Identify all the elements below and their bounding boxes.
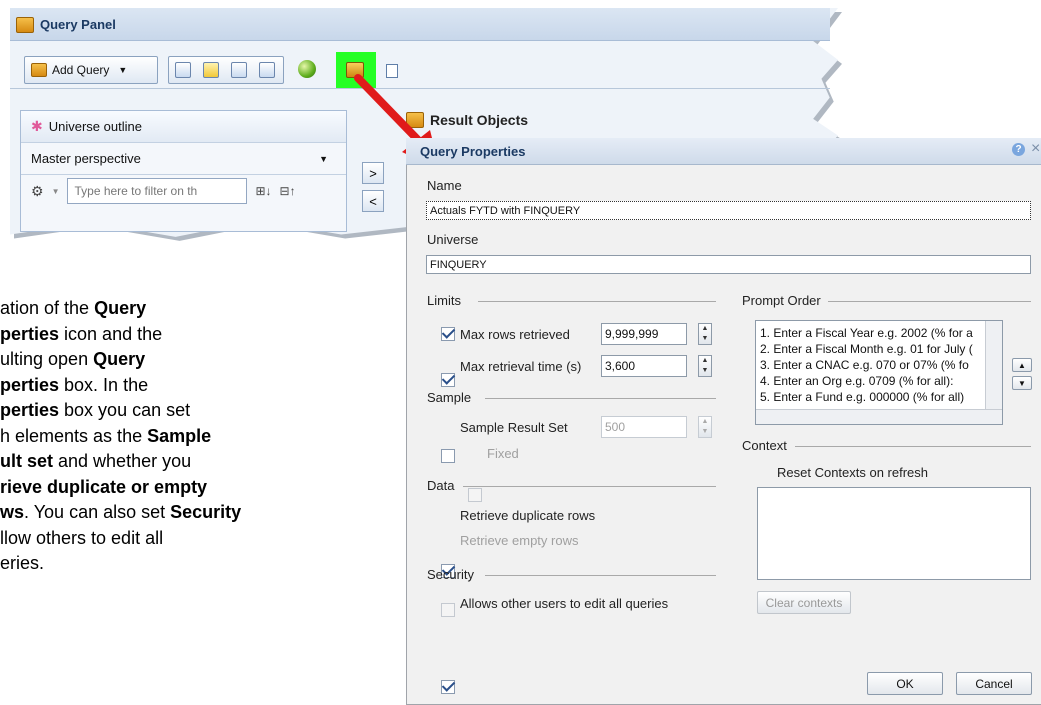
reset-contexts-label: Reset Contexts on refresh	[777, 465, 929, 480]
max-rows-value: 9,999,999	[605, 327, 659, 341]
perspective-value: Master perspective	[31, 151, 141, 166]
query-panel-icon	[16, 17, 34, 33]
sample-section-label: Sample	[427, 390, 472, 405]
name-label: Name	[427, 178, 462, 193]
add-query-icon	[31, 63, 47, 77]
explain-line: llow others to edit all	[0, 527, 164, 548]
fixed-checkbox[interactable]	[468, 488, 482, 502]
universe-input[interactable]: FINQUERY	[426, 255, 1031, 274]
view-toolbar-group	[168, 56, 284, 84]
universe-options-icon[interactable]: ⚙	[31, 183, 44, 200]
clear-contexts-button[interactable]: Clear contexts	[757, 591, 851, 614]
filter-input[interactable]: Type here to filter on th	[67, 178, 248, 204]
max-time-label: Max retrieval time (s)	[460, 359, 582, 374]
layout-icon[interactable]	[175, 62, 191, 78]
explain-line: ation of the Query	[0, 298, 147, 318]
close-icon[interactable]: ×	[1031, 140, 1040, 158]
add-query-label: Add Query	[52, 63, 110, 77]
retrieve-empty-label: Retrieve empty rows	[460, 533, 579, 548]
context-section-label: Context	[742, 438, 787, 453]
explain-line: rieve duplicate or empty	[0, 476, 208, 497]
universe-outline-header: ✱ Universe outline	[21, 111, 346, 143]
data-divider	[463, 486, 716, 487]
ok-button[interactable]: OK	[867, 672, 943, 695]
combined-query-icon[interactable]	[259, 62, 275, 78]
chevron-down-icon: ▼	[118, 65, 128, 75]
chevron-down-icon: ▼	[319, 153, 328, 164]
dialog-titlebar[interactable]: Query Properties ? ×	[406, 138, 1041, 165]
query-panel-title: Query Panel	[40, 17, 116, 32]
data-section-label: Data	[427, 478, 455, 493]
move-prompt-up-button[interactable]: ▲	[1012, 358, 1032, 372]
explain-line: perties icon and the	[0, 323, 163, 344]
sample-result-checkbox[interactable]	[441, 449, 455, 463]
max-time-value: 3,600	[605, 359, 636, 373]
query-panel-titlebar: Query Panel	[10, 8, 830, 41]
perspective-select[interactable]: Master perspective ▼	[21, 143, 346, 175]
filter-pane-icon[interactable]	[203, 62, 219, 78]
cancel-button[interactable]: Cancel	[956, 672, 1032, 695]
remove-object-button[interactable]: <	[362, 190, 384, 212]
expand-all-icon[interactable]: ⊞↓	[255, 184, 271, 198]
universe-outline-pane: ✱ Universe outline Master perspective ▼ …	[20, 110, 347, 232]
explain-line: perties box you can set	[0, 400, 191, 420]
prompt-item[interactable]: 1. Enter a Fiscal Year e.g. 2002 (% for …	[756, 325, 1002, 341]
security-divider	[485, 575, 716, 576]
retrieve-empty-checkbox[interactable]	[441, 603, 455, 617]
sample-divider	[485, 398, 716, 399]
prompt-order-section-label: Prompt Order	[742, 293, 821, 308]
prompt-item[interactable]: 4. Enter an Org e.g. 0709 (% for all):	[756, 373, 1002, 389]
context-list[interactable]	[757, 487, 1031, 580]
max-rows-spinner[interactable]: ▲ ▼	[698, 323, 712, 345]
prompt-item[interactable]: 2. Enter a Fiscal Month e.g. 01 for July…	[756, 341, 1002, 357]
sample-value: 500	[605, 420, 626, 434]
prompt-item[interactable]: 5. Enter a Fund e.g. 000000 (% for all)	[756, 389, 1002, 405]
prompt-order-list[interactable]: 1. Enter a Fiscal Year e.g. 2002 (% for …	[755, 320, 1003, 425]
prompt-order-divider	[828, 301, 1031, 302]
name-input[interactable]: Actuals FYTD with FINQUERY	[426, 201, 1031, 220]
explain-line: perties box. In the	[0, 374, 149, 395]
security-section-label: Security	[427, 567, 474, 582]
prompt-list-hscrollbar[interactable]	[756, 409, 1002, 424]
sql-icon[interactable]	[298, 60, 316, 78]
max-time-checkbox[interactable]	[441, 373, 455, 387]
collapse-all-icon[interactable]: ⊟↑	[280, 184, 296, 198]
limits-divider	[478, 301, 716, 302]
filter-row: ⚙ ▼ Type here to filter on th ⊞↓ ⊟↑	[21, 175, 346, 207]
sample-input[interactable]: 500	[601, 416, 687, 438]
explanation-text: ation of the Query perties icon and the …	[0, 296, 405, 577]
explain-line: h elements as the Sample	[0, 425, 212, 446]
allow-edit-label: Allows other users to edit all queries	[460, 596, 669, 611]
explain-line: eries.	[0, 553, 45, 573]
prompt-item[interactable]: 3. Enter a CNAC e.g. 070 or 07% (% fo	[756, 357, 1002, 373]
data-preview-icon[interactable]	[231, 62, 247, 78]
sample-result-label: Sample Result Set	[460, 420, 568, 435]
explain-line: ws. You can also set Security	[0, 502, 242, 522]
help-icon[interactable]: ?	[1012, 143, 1025, 156]
move-prompt-down-button[interactable]: ▼	[1012, 376, 1032, 390]
allow-edit-checkbox[interactable]	[441, 680, 455, 694]
add-query-button[interactable]: Add Query ▼	[24, 56, 158, 84]
universe-outline-label: Universe outline	[48, 119, 142, 134]
fixed-label: Fixed	[487, 446, 519, 461]
name-value: Actuals FYTD with FINQUERY	[430, 204, 581, 217]
explain-line: ulting open Query	[0, 349, 146, 369]
max-rows-input[interactable]: 9,999,999	[601, 323, 687, 345]
max-rows-checkbox[interactable]	[441, 327, 455, 341]
chevron-down-icon: ▼	[51, 186, 60, 196]
context-divider	[795, 446, 1031, 447]
max-time-input[interactable]: 3,600	[601, 355, 687, 377]
sample-spinner[interactable]: ▲ ▼	[698, 416, 712, 438]
dialog-title: Query Properties	[420, 144, 526, 159]
limits-section-label: Limits	[427, 293, 461, 308]
retrieve-duplicate-label: Retrieve duplicate rows	[460, 508, 596, 523]
universe-outline-icon: ✱	[31, 118, 43, 134]
universe-value: FINQUERY	[430, 258, 487, 271]
max-rows-label: Max rows retrieved	[460, 327, 570, 342]
max-time-spinner[interactable]: ▲ ▼	[698, 355, 712, 377]
universe-label: Universe	[427, 232, 479, 247]
explain-line: ult set and whether you	[0, 451, 192, 471]
prompt-list-vscrollbar[interactable]	[985, 321, 1002, 409]
filter-placeholder: Type here to filter on th	[74, 184, 198, 198]
